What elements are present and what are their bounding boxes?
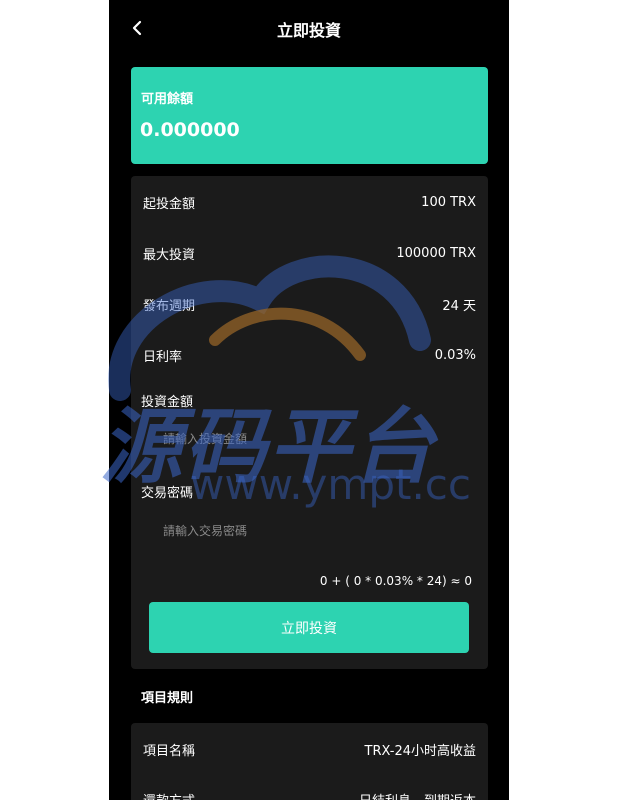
rule-value: TRX-24小时高收益 (364, 743, 476, 759)
password-label: 交易密碼 (141, 486, 194, 501)
detail-row-min-investment: 起投金額 100 TRX (143, 192, 476, 212)
rule-row-name: 項目名稱 TRX-24小时高收益 (143, 739, 476, 759)
balance-label: 可用餘額 (141, 92, 194, 107)
rule-value: 日結利息，到期返本 (359, 790, 476, 800)
detail-value: 24 天 (442, 298, 476, 314)
detail-value: 100000 TRX (396, 245, 476, 261)
return-formula: 0 + ( 0 * 0.03% * 24) ≈ 0 (319, 574, 472, 588)
detail-key: 日利率 (143, 349, 183, 365)
rules-title: 項目規則 (141, 691, 194, 706)
detail-row-max-investment: 最大投資 100000 TRX (143, 243, 476, 263)
detail-row-daily-rate: 日利率 0.03% (143, 345, 476, 365)
rules-panel: 項目名稱 TRX-24小时高收益 還款方式 日結利息，到期返本 (131, 723, 488, 800)
detail-key: 最大投資 (143, 247, 196, 263)
detail-value: 100 TRX (421, 194, 476, 210)
balance-value: 0.000000 (140, 119, 240, 141)
rule-key: 項目名稱 (143, 743, 196, 759)
header: 立即投資 (109, 0, 509, 56)
rule-row-repayment: 還款方式 日結利息，到期返本 (143, 789, 476, 800)
detail-row-cycle: 發布週期 24 天 (143, 294, 476, 314)
detail-key: 發布週期 (143, 298, 196, 314)
investment-panel: 起投金額 100 TRX 最大投資 100000 TRX 發布週期 24 天 日… (131, 176, 488, 669)
detail-value: 0.03% (434, 347, 476, 363)
amount-input[interactable] (163, 428, 463, 450)
rule-key: 還款方式 (143, 790, 195, 800)
page-title: 立即投資 (276, 21, 341, 40)
detail-key: 起投金額 (143, 196, 196, 212)
amount-label: 投資金額 (141, 395, 194, 410)
invest-button[interactable]: 立即投資 (149, 602, 469, 653)
balance-card: 可用餘額 0.000000 (131, 67, 488, 164)
password-input[interactable] (163, 520, 463, 542)
app-screen: 立即投資 可用餘額 0.000000 起投金額 100 TRX 最大投資 100… (109, 0, 509, 800)
